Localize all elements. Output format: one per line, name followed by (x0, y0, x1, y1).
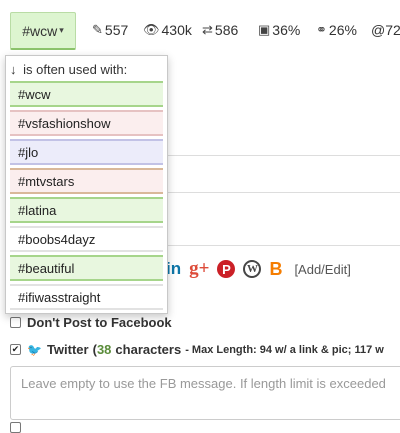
retweet-icon: ⇄ (202, 22, 213, 37)
divider (168, 155, 400, 156)
stat-images-value: 36% (272, 22, 301, 38)
hashtag-dropdown-button[interactable]: #wcw ▾ (10, 12, 76, 50)
hashtag-option[interactable]: #vsfashionshow (10, 110, 163, 136)
hashtag-stats-bar: #wcw ▾ ✎ 557 👁 430k ⇄ 586 ▣ 36% ⚭ 26% @7… (0, 0, 400, 62)
caret-down-icon: ▾ (59, 25, 64, 35)
wordpress-icon[interactable]: W (243, 260, 262, 278)
twitter-max-length: - Max Length: 94 w/ a link & pic; 117 w (185, 343, 384, 356)
twitter-message-placeholder: Leave empty to use the FB message. If le… (21, 376, 386, 391)
image-icon: ▣ (258, 22, 271, 37)
stat-edits: ✎ 557 (92, 22, 128, 38)
arrow-down-icon: ↓ (10, 62, 17, 77)
blogger-icon[interactable]: B (269, 259, 282, 280)
stat-mentions: @72 (371, 22, 400, 38)
hashtag-option[interactable]: #wcw (10, 81, 163, 107)
stat-edits-value: 557 (104, 22, 129, 38)
stat-links: ⚭ 26% (316, 22, 357, 38)
hashtag-option[interactable]: #jlo (10, 139, 163, 165)
stat-retweets: ⇄ 586 (202, 22, 238, 38)
related-hashtags-dropdown: ↓ is often used with: #wcw #vsfashionshow… (5, 55, 168, 314)
linkedin-icon[interactable]: in (166, 259, 181, 279)
hashtag-option[interactable]: #beautiful (10, 255, 163, 281)
hashtag-option[interactable]: #latina (10, 197, 163, 223)
eye-icon: 👁 (143, 22, 160, 37)
hashtag-option[interactable]: #ifiwasstraight (10, 284, 163, 310)
twitter-option: ✔ 🐦 Twitter ( 38 characters - Max Length… (10, 342, 384, 357)
dropdown-header: ↓ is often used with: (10, 62, 127, 77)
stat-links-value: 26% (328, 22, 357, 38)
stat-images: ▣ 36% (258, 22, 300, 38)
facebook-option: Don't Post to Facebook (10, 315, 172, 330)
dont-post-facebook-label: Don't Post to Facebook (27, 315, 172, 330)
hashtag-option[interactable]: #mtvstars (10, 168, 163, 194)
twitter-count-suffix: characters (115, 342, 182, 357)
dont-post-facebook-checkbox[interactable] (10, 317, 21, 328)
social-share-row: in g+ P W B [Add/Edit] (166, 257, 351, 281)
add-edit-link[interactable]: [Add/Edit] (294, 262, 350, 277)
stat-views-value: 430k (161, 22, 192, 38)
twitter-label: Twitter (46, 342, 89, 357)
stat-views: 👁 430k (143, 22, 192, 38)
twitter-message-input[interactable]: Leave empty to use the FB message. If le… (10, 366, 400, 420)
google-plus-icon[interactable]: g+ (189, 258, 209, 280)
divider (168, 192, 400, 193)
twitter-checkbox[interactable]: ✔ (10, 344, 21, 355)
stat-mentions-value: @72 (371, 22, 400, 38)
link-icon: ⚭ (316, 22, 327, 37)
stat-retweets-value: 586 (214, 22, 239, 38)
pinterest-icon[interactable]: P (217, 260, 236, 278)
twitter-bird-icon: 🐦 (27, 342, 42, 357)
twitter-char-count: 38 (96, 342, 112, 357)
hashtag-label: #wcw (22, 22, 58, 39)
divider (168, 245, 400, 246)
pencil-icon: ✎ (92, 22, 103, 37)
dropdown-header-text: is often used with: (23, 62, 128, 77)
hashtag-option[interactable]: #boobs4dayz (10, 226, 163, 252)
